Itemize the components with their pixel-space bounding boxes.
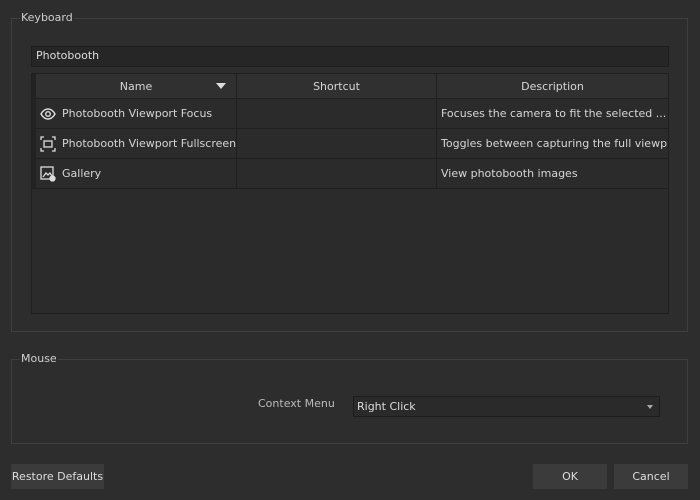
ok-button[interactable]: OK	[533, 464, 607, 489]
row-description: View photobooth images	[441, 167, 578, 180]
restore-defaults-button[interactable]: Restore Defaults	[11, 464, 104, 489]
filter-input[interactable]: Photobooth	[31, 46, 669, 67]
keyboard-group-title: Keyboard	[20, 11, 74, 24]
context-menu-label: Context Menu	[258, 397, 335, 410]
row-name: Photobooth Viewport Fullscreen	[62, 137, 237, 150]
column-name-label: Name	[119, 79, 153, 93]
sort-descending-icon	[216, 83, 226, 89]
context-menu-value: Right Click	[357, 400, 416, 413]
cancel-button[interactable]: Cancel	[614, 464, 688, 489]
row-name: Gallery	[62, 167, 102, 180]
context-menu-select[interactable]: Right Click	[353, 396, 660, 417]
table-row[interactable]: Photobooth Viewport Fullscreen Toggles b…	[36, 129, 668, 159]
table-header: Name Shortcut Description	[36, 74, 668, 99]
column-header-description[interactable]: Description	[437, 74, 668, 98]
table-row[interactable]: Gallery View photobooth images	[36, 159, 668, 189]
table-row[interactable]: Photobooth Viewport Focus Focuses the ca…	[36, 99, 668, 129]
mouse-group-title: Mouse	[20, 352, 58, 365]
gallery-icon	[40, 165, 56, 182]
row-name: Photobooth Viewport Focus	[62, 107, 213, 120]
column-header-name[interactable]: Name	[36, 74, 237, 98]
fullscreen-icon	[40, 135, 56, 152]
shortcut-table: Name Shortcut Description Photobooth Vie…	[31, 73, 669, 314]
column-shortcut-label: Shortcut	[313, 79, 360, 93]
chevron-down-icon	[647, 405, 653, 409]
shortcut-cell[interactable]	[237, 159, 437, 188]
shortcut-cell[interactable]	[237, 99, 437, 128]
row-description: Focuses the camera to fit the selected .…	[441, 107, 667, 120]
eye-icon	[40, 106, 56, 122]
shortcut-cell[interactable]	[237, 129, 437, 158]
row-description: Toggles between capturing the full viewp…	[441, 137, 668, 150]
column-header-shortcut[interactable]: Shortcut	[237, 74, 437, 98]
column-description-label: Description	[521, 79, 584, 93]
